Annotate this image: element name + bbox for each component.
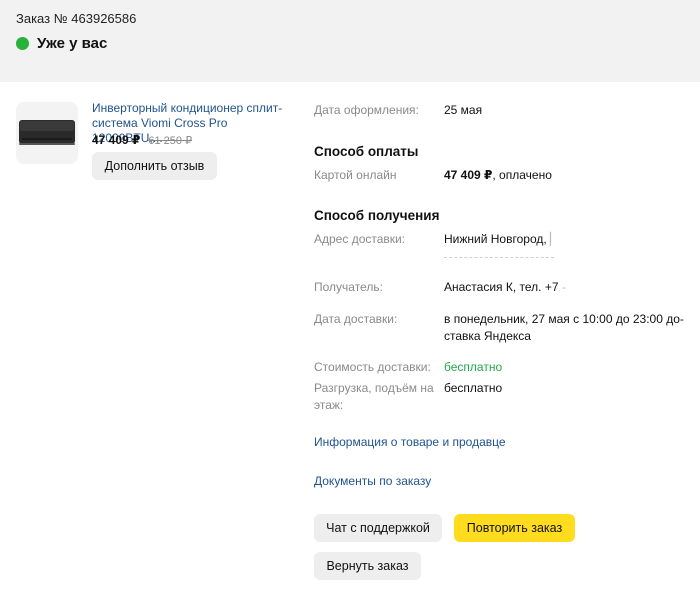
unloading-label-line1: Разгрузка, подъём на: [314, 381, 434, 395]
delivery-date-label: Дата доставки:: [314, 312, 398, 326]
payment-method-label: Картой онлайн: [314, 168, 397, 182]
status-text: Уже у вас: [37, 35, 108, 52]
recipient-label: Получатель:: [314, 280, 383, 294]
delivery-cost-value: бесплатно: [444, 360, 503, 374]
price-current: 47 409 ₽: [92, 133, 141, 147]
unloading-label-line2: этаж:: [314, 398, 344, 412]
order-date-label: Дата оформления:: [314, 103, 419, 117]
return-order-button[interactable]: Вернуть заказ: [314, 552, 421, 580]
order-status: Уже у вас: [16, 35, 107, 52]
order-date-value: 25 мая: [444, 103, 483, 117]
recipient-value: Анастасия К, тел. +7 ‐: [444, 279, 566, 296]
documents-link[interactable]: Документы по заказу: [314, 474, 431, 488]
payment-section-title: Способ оплаты: [314, 144, 419, 159]
address-label: Адрес доставки:: [314, 232, 406, 246]
order-number: Заказ № 463926586: [16, 11, 137, 26]
delivery-date-line1: в понедельник, 27 мая с 10:00 до 23:00 д…: [444, 312, 684, 326]
address-text: Нижний Новгород,: [444, 232, 551, 246]
price-old: 61 250 ₽: [148, 135, 193, 147]
support-chat-button[interactable]: Чат с поддержкой: [314, 514, 442, 542]
payment-status: , оплачено: [492, 168, 552, 182]
product-price: 47 409 ₽ 61 250 ₽: [92, 133, 192, 147]
status-dot-icon: [16, 37, 29, 50]
air-conditioner-icon: [19, 120, 75, 145]
delivery-cost-label: Стоимость доставки:: [314, 360, 431, 374]
redacted-line: [444, 257, 554, 258]
delivery-date-line2: ставка Яндекса: [444, 329, 531, 343]
product-info-link[interactable]: Информация о товаре и продавце: [314, 435, 506, 449]
product-image[interactable]: [16, 102, 78, 164]
address-value: Нижний Новгород, ▏: [444, 231, 559, 248]
recipient-text: Анастасия К, тел. +7: [444, 280, 559, 294]
add-review-button[interactable]: Дополнить отзыв: [92, 152, 217, 180]
payment-value: 47 409 ₽, оплачено: [444, 167, 552, 184]
unloading-value: бесплатно: [444, 381, 503, 395]
redacted-text: ▏: [550, 232, 560, 246]
redacted-phone: ‐: [561, 280, 566, 294]
repeat-order-button[interactable]: Повторить заказ: [454, 514, 575, 542]
order-header: Заказ № 463926586 Уже у вас: [0, 0, 700, 82]
payment-amount: 47 409 ₽: [444, 168, 493, 182]
delivery-section-title: Способ получения: [314, 208, 440, 223]
